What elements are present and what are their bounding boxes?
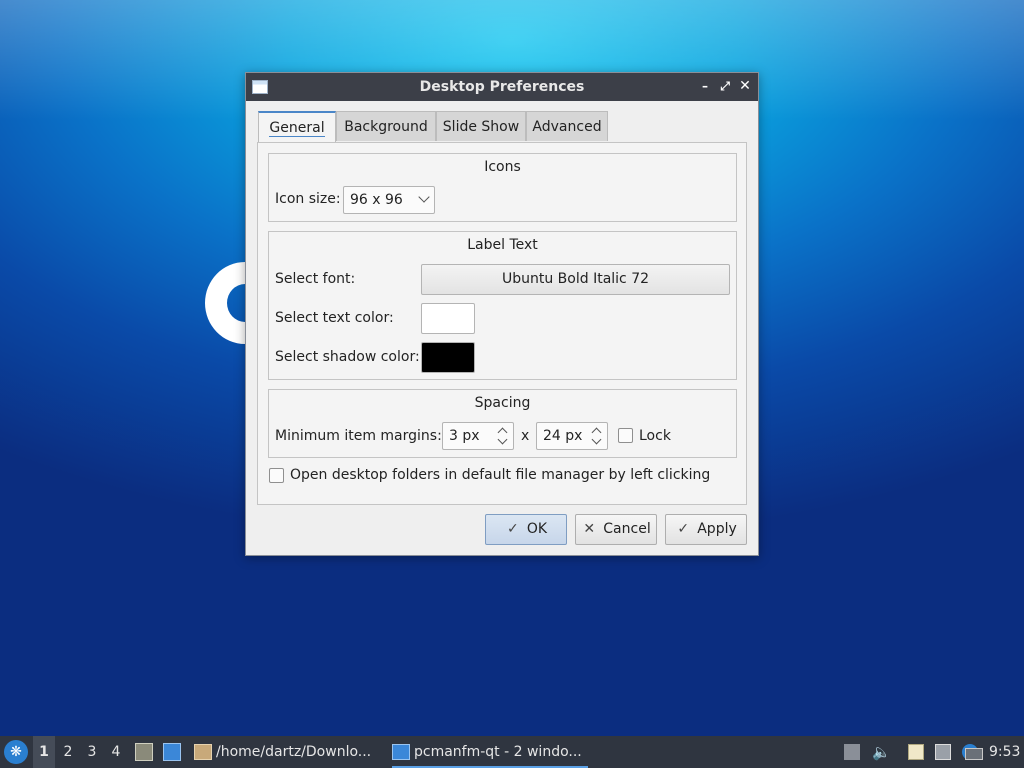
maximize-icon[interactable]: ⤢ (717, 78, 733, 94)
spacing-group-title: Spacing (474, 395, 531, 411)
check-icon: ✓ (677, 521, 690, 537)
text-color-button[interactable] (421, 303, 475, 334)
workspace-1[interactable]: 1 (33, 736, 55, 768)
icon-size-select[interactable]: 96 x 96 (343, 186, 435, 214)
lock-checkbox[interactable] (618, 428, 633, 443)
minimize-icon[interactable]: – (697, 78, 713, 94)
tab-advanced[interactable]: Advanced (526, 111, 608, 141)
tab-background[interactable]: Background (336, 111, 436, 141)
apply-button[interactable]: ✓ Apply (665, 514, 747, 545)
ok-button-label: OK (526, 521, 548, 537)
margin-x-spinbox[interactable]: 3 px (442, 422, 514, 450)
clipboard-icon[interactable] (908, 744, 924, 760)
tab-general[interactable]: General (258, 111, 336, 143)
icons-group-title: Icons (484, 159, 521, 175)
folder-icon (392, 744, 410, 760)
desktop-icon[interactable] (163, 743, 181, 761)
close-icon[interactable]: ✕ (737, 78, 753, 94)
dialog-title: Desktop Preferences (419, 79, 585, 95)
spin-arrows-icon[interactable] (497, 425, 509, 447)
workspace-4[interactable]: 4 (105, 736, 127, 768)
chevron-down-icon (418, 191, 430, 203)
select-font-label: Select font: (275, 271, 356, 287)
display-icon[interactable] (965, 748, 983, 760)
task-label: /home/dartz/Downlo... (216, 744, 372, 760)
spin-arrows-icon[interactable] (591, 425, 603, 447)
package-icon (194, 744, 212, 760)
margin-x-value: 3 px (449, 428, 480, 444)
lock-label: Lock (639, 428, 671, 444)
margin-y-spinbox[interactable]: 24 px (536, 422, 608, 450)
margin-separator: x (521, 428, 530, 444)
ok-button[interactable]: ✓ OK (485, 514, 567, 545)
icons-group: Icons Icon size: 96 x 96 (268, 153, 737, 222)
x-icon: ✕ (583, 521, 596, 537)
cancel-button[interactable]: ✕ Cancel (575, 514, 657, 545)
dialog-titlebar[interactable]: Desktop Preferences – ⤢ ✕ (246, 73, 758, 101)
apply-button-label: Apply (697, 521, 737, 537)
select-font-button[interactable]: Ubuntu Bold Italic 72 (421, 264, 730, 295)
margin-y-value: 24 px (543, 428, 583, 444)
icon-size-label: Icon size: (275, 191, 341, 207)
taskbar: ❋ 1 2 3 4 /home/dartz/Downlo... pcmanfm-… (0, 736, 1024, 768)
tab-slide-show[interactable]: Slide Show (436, 111, 526, 141)
open-folders-label: Open desktop folders in default file man… (290, 467, 711, 483)
text-color-label: Select text color: (275, 310, 394, 326)
shadow-color-label: Select shadow color: (275, 349, 420, 365)
start-menu-icon[interactable]: ❋ (4, 740, 28, 764)
clock[interactable]: 9:53 (989, 736, 1020, 768)
icon-size-value: 96 x 96 (350, 192, 403, 208)
upload-icon[interactable] (844, 744, 860, 760)
margins-label: Minimum item margins: (275, 428, 442, 444)
cancel-button-label: Cancel (603, 521, 651, 537)
spacing-group: Spacing Minimum item margins: 3 px x 24 … (268, 389, 737, 458)
check-icon: ✓ (507, 521, 519, 537)
label-text-group-title: Label Text (467, 237, 538, 253)
open-folders-checkbox[interactable] (269, 468, 284, 483)
workspace-3[interactable]: 3 (81, 736, 103, 768)
desktop-preferences-dialog: Desktop Preferences – ⤢ ✕ General Backgr… (245, 72, 759, 556)
workspace-2[interactable]: 2 (57, 736, 79, 768)
shadow-color-button[interactable] (421, 342, 475, 373)
general-tab-panel: Icons Icon size: 96 x 96 Label Text Sele… (257, 142, 747, 505)
task-file-manager[interactable]: /home/dartz/Downlo... (194, 736, 384, 768)
task-pcmanfm[interactable]: pcmanfm-qt - 2 windo... (392, 736, 588, 768)
task-label: pcmanfm-qt - 2 windo... (414, 744, 582, 760)
file-cabinet-icon[interactable] (135, 743, 153, 761)
network-icon[interactable] (935, 744, 951, 760)
label-text-group: Label Text Select font: Ubuntu Bold Ital… (268, 231, 737, 380)
volume-icon[interactable]: 🔈 (872, 744, 891, 760)
